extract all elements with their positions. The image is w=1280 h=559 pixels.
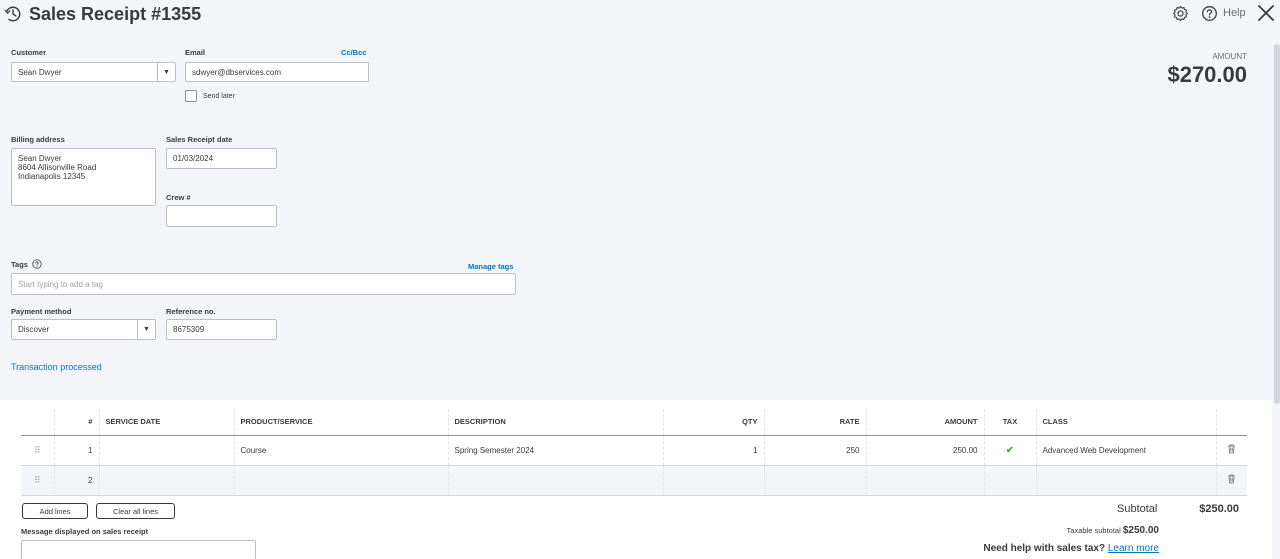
taxable-subtotal: Taxable subtotal $250.00: [1067, 525, 1159, 536]
delete-row-button[interactable]: [1216, 465, 1247, 496]
clear-all-lines-button[interactable]: Clear all lines: [96, 503, 175, 519]
payment-method-label: Payment method: [11, 307, 72, 316]
add-lines-button[interactable]: Add lines: [22, 503, 88, 519]
tax-cell[interactable]: [984, 465, 1037, 496]
email-value: sdwyer@dbservices.com: [192, 67, 282, 77]
help-icon[interactable]: [1201, 5, 1218, 22]
rate-cell[interactable]: 250: [764, 435, 867, 466]
column-header: AMOUNT: [866, 409, 985, 436]
rate-cell[interactable]: [764, 465, 867, 496]
tags-label: Tags: [11, 260, 28, 269]
subtotal-label: Subtotal: [1117, 503, 1158, 515]
manage-tags-link[interactable]: Manage tags: [468, 262, 513, 271]
need-help-text: Need help with sales tax?: [983, 543, 1106, 554]
amount-value: $270.00: [1167, 62, 1247, 87]
scrollbar[interactable]: [1274, 44, 1280, 404]
amount-cell[interactable]: [866, 465, 985, 496]
description-cell[interactable]: Spring Semester 2024: [448, 435, 664, 466]
drag-column-header: [21, 409, 55, 436]
trash-icon[interactable]: [1227, 444, 1236, 454]
qty-cell[interactable]: [663, 465, 765, 496]
tax-check-icon[interactable]: ✔: [984, 435, 1037, 466]
customer-select[interactable]: Sean Dwyer ▼: [11, 62, 176, 82]
column-header: CLASS: [1036, 409, 1217, 436]
message-label: Message displayed on sales receipt: [21, 527, 149, 536]
chevron-down-icon[interactable]: ▼: [137, 320, 155, 339]
trash-icon[interactable]: [1227, 474, 1236, 484]
row-number: 2: [54, 465, 100, 496]
address-line: 8604 Allisonville Road: [18, 163, 97, 172]
tags-placeholder: Start typing to add a tag: [18, 279, 103, 289]
address-line: Indianapolis 12345: [18, 172, 86, 181]
reference-value: 8675309: [173, 325, 205, 334]
column-header: SERVICE DATE: [99, 409, 235, 436]
qty-cell[interactable]: 1: [663, 435, 765, 466]
crew-label: Crew #: [166, 193, 191, 202]
page-title: Sales Receipt #1355: [29, 4, 202, 24]
class-cell[interactable]: [1036, 465, 1217, 496]
drag-handle-icon[interactable]: ⠿: [21, 435, 55, 466]
tags-input[interactable]: Start typing to add a tag: [11, 273, 516, 295]
row-number: 1: [54, 435, 100, 466]
reference-field[interactable]: 8675309: [166, 319, 277, 340]
table-row[interactable]: ⠿ 2: [21, 465, 1247, 496]
payment-method-select[interactable]: Discover ▼: [11, 319, 156, 340]
subtotal-value: $250.00: [1199, 503, 1239, 515]
sales-receipt-date-field[interactable]: 01/03/2024: [166, 148, 277, 169]
table-row[interactable]: ⠿ 1 Course Spring Semester 2024 1 250 25…: [21, 435, 1247, 466]
column-header: #: [54, 409, 100, 436]
chevron-down-icon[interactable]: ▼: [157, 63, 175, 81]
billing-address-field[interactable]: Sean Dwyer 8604 Allisonville Road Indian…: [11, 148, 156, 206]
drag-handle-icon[interactable]: ⠿: [21, 465, 55, 496]
sales-tax-help: Need help with sales tax? Learn more: [983, 543, 1159, 554]
help-label[interactable]: Help: [1223, 7, 1246, 19]
top-bar: Sales Receipt #1355 Help: [0, 0, 1280, 30]
cc-bcc-link[interactable]: Cc/Bcc: [341, 48, 366, 57]
line-items-section: # SERVICE DATE PRODUCT/SERVICE DESCRIPTI…: [0, 400, 1272, 559]
column-header: DESCRIPTION: [448, 409, 664, 436]
learn-more-link[interactable]: Learn more: [1108, 543, 1159, 554]
product-cell[interactable]: Course: [234, 435, 449, 466]
close-icon[interactable]: [1256, 3, 1276, 23]
help-icon[interactable]: [32, 259, 42, 269]
customer-label: Customer: [11, 48, 47, 57]
reference-label: Reference no.: [166, 307, 216, 316]
column-header: QTY: [663, 409, 765, 436]
class-cell[interactable]: Advanced Web Development: [1036, 435, 1217, 466]
send-later-checkbox[interactable]: [185, 90, 197, 102]
taxable-subtotal-label: Taxable subtotal: [1066, 526, 1121, 535]
gear-icon[interactable]: [1172, 5, 1189, 22]
product-cell[interactable]: [234, 465, 449, 496]
send-later-label: Send later: [203, 93, 235, 100]
column-header: RATE: [764, 409, 867, 436]
message-field[interactable]: [21, 540, 256, 559]
column-header: TAX: [984, 409, 1037, 436]
delete-row-button[interactable]: [1216, 435, 1247, 466]
billing-address-label: Billing address: [11, 135, 65, 144]
service-date-cell[interactable]: [99, 465, 235, 496]
sales-receipt-date-label: Sales Receipt date: [166, 135, 233, 144]
crew-field[interactable]: [166, 205, 277, 227]
recent-transactions-icon[interactable]: [4, 5, 22, 23]
email-field[interactable]: sdwyer@dbservices.com: [185, 62, 369, 82]
amount-cell[interactable]: 250.00: [866, 435, 985, 466]
line-items-table: # SERVICE DATE PRODUCT/SERVICE DESCRIPTI…: [21, 409, 1247, 496]
service-date-cell[interactable]: [99, 435, 235, 466]
address-line: Sean Dwyer: [18, 154, 62, 163]
email-label: Email: [185, 48, 206, 57]
customer-value: Sean Dwyer: [18, 67, 62, 77]
table-header-row: # SERVICE DATE PRODUCT/SERVICE DESCRIPTI…: [21, 409, 1247, 436]
transaction-processed-link[interactable]: Transaction processed: [11, 362, 102, 372]
payment-method-value: Discover: [18, 325, 50, 334]
amount-label: AMOUNT: [1212, 52, 1247, 61]
description-cell[interactable]: [448, 465, 664, 496]
column-header: PRODUCT/SERVICE: [234, 409, 449, 436]
sales-receipt-date-value: 01/03/2024: [173, 154, 214, 163]
delete-column-header: [1216, 409, 1247, 436]
taxable-subtotal-value: $250.00: [1122, 525, 1159, 536]
